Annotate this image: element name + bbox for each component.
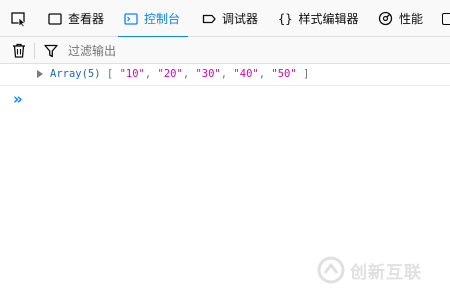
watermark-text: 创新互联 [350,262,422,283]
array-item: "50" [271,68,297,80]
tab-debugger[interactable]: 调试器 [202,0,258,37]
trash-icon [13,43,25,58]
open-bracket: [ [106,68,114,80]
console-message: Array(5) [ "10", "20", "30", "40", "50" … [0,64,450,86]
tab-label: 性能 [399,12,424,26]
element-picker-icon[interactable] [11,12,27,30]
clear-console-button[interactable] [12,43,26,61]
tab-console[interactable]: 控制台 [117,0,189,38]
console-icon [124,12,138,25]
console-input-row: » [0,87,450,111]
separator: , [144,68,158,80]
array-item: "30" [195,68,221,80]
separator: , [258,68,272,80]
console-filter-bar [0,37,450,64]
expand-arrow-icon[interactable] [37,70,43,78]
tab-inspector[interactable]: 查看器 [48,0,104,37]
filter-icon [44,44,58,61]
object-title: Array(5) [50,68,101,80]
array-item: "10" [119,68,145,80]
inspector-icon [48,12,62,25]
tab-label: 控制台 [144,12,181,26]
separator: , [182,68,196,80]
watermark: 创新互联 [317,256,422,284]
console-input[interactable] [34,90,434,108]
array-item: "20" [157,68,183,80]
filter-output-input[interactable] [68,40,438,61]
array-preview[interactable]: Array(5) [ "10", "20", "30", "40", "50" … [50,68,309,80]
devtools-toolbar: 查看器 控制台 调试器 {} 样式编辑器 性能 [0,0,450,38]
tab-label: 样式编辑器 [298,12,359,26]
tab-style-editor[interactable]: {} 样式编辑器 [278,0,358,37]
tab-label: 调试器 [222,12,259,26]
style-editor-icon: {} [278,11,293,26]
watermark-logo-icon [317,256,345,284]
prompt-chevron-icon: » [13,90,23,108]
overflow-icon[interactable] [442,13,450,25]
close-bracket: ] [303,68,310,80]
separator: , [220,68,234,80]
tab-performance[interactable]: 性能 [378,0,423,37]
toolbar-separator [34,43,35,59]
tab-label: 查看器 [68,12,105,26]
performance-icon [378,11,393,26]
array-item: "40" [233,68,259,80]
debugger-icon [202,14,216,23]
